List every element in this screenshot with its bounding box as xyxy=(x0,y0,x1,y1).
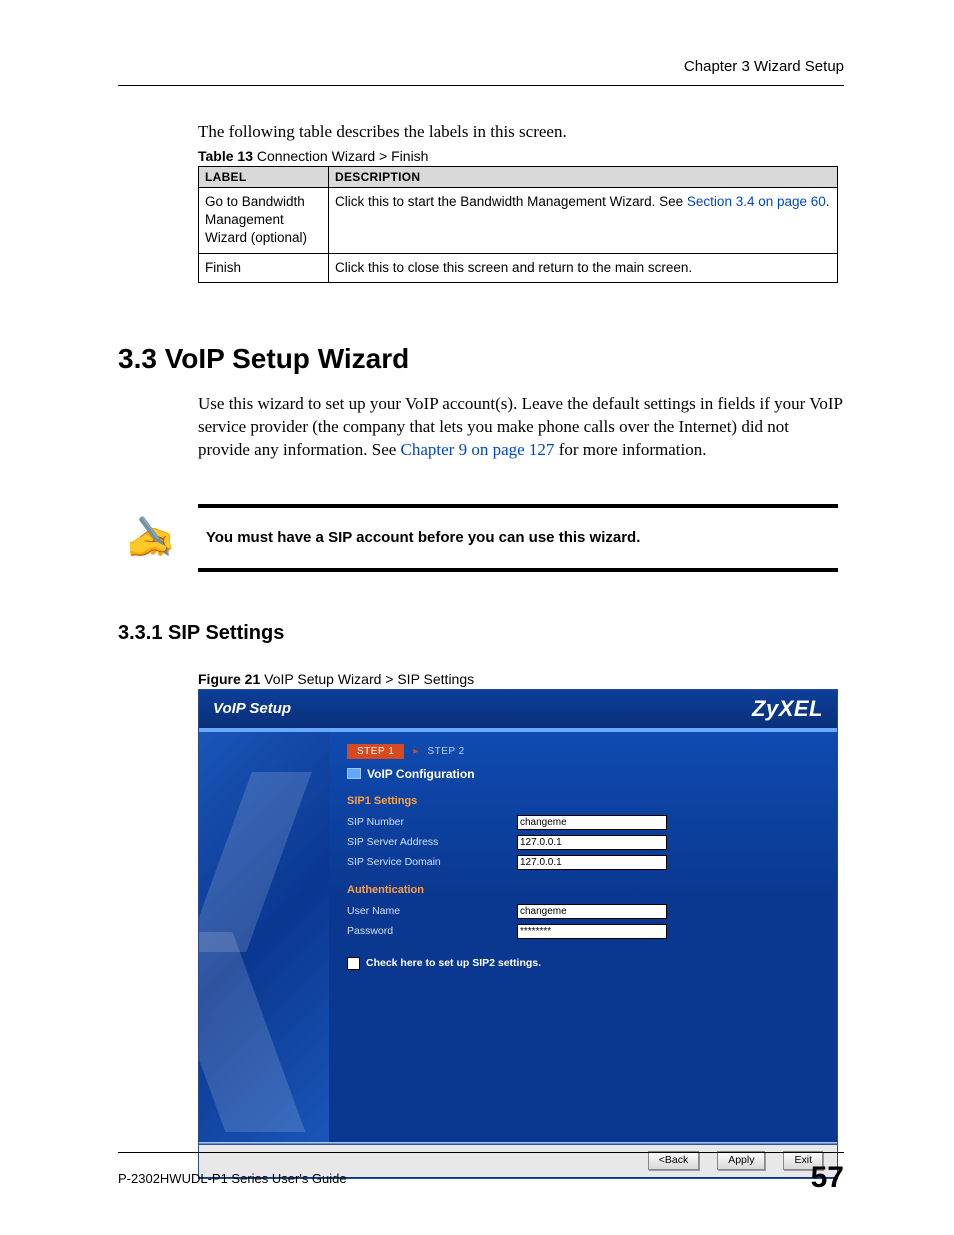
table-caption-rest: Connection Wizard > Finish xyxy=(253,148,428,164)
step-2-inactive: STEP 2 xyxy=(427,746,464,757)
sip-server-label: SIP Server Address xyxy=(347,836,517,848)
intro-text: The following table describes the labels… xyxy=(198,122,844,142)
th-description: DESCRIPTION xyxy=(329,167,838,188)
table-row: Finish Click this to close this screen a… xyxy=(199,253,838,282)
cell-label: Finish xyxy=(199,253,329,282)
brand-logo: ZyXEL xyxy=(752,696,823,722)
field-row: SIP Server Address xyxy=(347,835,819,850)
sip2-checkbox-row: Check here to set up SIP2 settings. xyxy=(347,957,819,970)
sip-domain-input[interactable] xyxy=(517,855,667,870)
field-row: Password xyxy=(347,924,819,939)
step-1-active: STEP 1 xyxy=(347,744,404,759)
figure-caption-bold: Figure 21 xyxy=(198,671,260,687)
cross-ref-link[interactable]: Section 3.4 on page 60 xyxy=(687,194,826,209)
table-header-row: LABEL DESCRIPTION xyxy=(199,167,838,188)
cell-desc: Click this to close this screen and retu… xyxy=(329,253,838,282)
note-block: ✍ You must have a SIP account before you… xyxy=(118,504,844,572)
figure-caption: Figure 21 VoIP Setup Wizard > SIP Settin… xyxy=(198,671,844,687)
chevron-right-icon: ▸ xyxy=(413,746,418,757)
username-label: User Name xyxy=(347,905,517,917)
wizard-title: VoIP Setup xyxy=(213,700,291,717)
username-input[interactable] xyxy=(517,904,667,919)
sip2-checkbox-label: Check here to set up SIP2 settings. xyxy=(366,957,541,969)
field-row: SIP Service Domain xyxy=(347,855,819,870)
config-title: VoIP Configuration xyxy=(347,767,819,781)
table-caption: Table 13 Connection Wizard > Finish xyxy=(198,148,844,164)
section-authentication: Authentication xyxy=(347,884,819,896)
footer-guide-title: P-2302HWUDL-P1 Series User's Guide xyxy=(118,1171,347,1186)
cell-desc: Click this to start the Bandwidth Manage… xyxy=(329,188,838,254)
table-caption-bold: Table 13 xyxy=(198,148,253,164)
sip-number-label: SIP Number xyxy=(347,816,517,828)
th-label: LABEL xyxy=(199,167,329,188)
wizard-main-panel: STEP 1 ▸ STEP 2 VoIP Configuration SIP1 … xyxy=(329,732,837,1142)
note-hand-icon: ✍ xyxy=(126,518,176,558)
screenshot-voip-wizard: VoIP Setup ZyXEL STEP 1 ▸ STEP 2 VoIP Co… xyxy=(198,689,838,1179)
field-row: User Name xyxy=(347,904,819,919)
section-heading-3-3-1: 3.3.1 SIP Settings xyxy=(118,622,844,645)
section-heading-3-3: 3.3 VoIP Setup Wizard xyxy=(118,343,844,375)
cross-ref-link[interactable]: Chapter 9 on page 127 xyxy=(401,440,555,459)
note-text: You must have a SIP account before you c… xyxy=(192,529,641,546)
page-footer: P-2302HWUDL-P1 Series User's Guide 57 xyxy=(118,1152,844,1195)
folder-icon xyxy=(347,768,361,779)
sip-server-input[interactable] xyxy=(517,835,667,850)
password-input[interactable] xyxy=(517,924,667,939)
chapter-header: Chapter 3 Wizard Setup xyxy=(118,58,844,86)
body-paragraph: Use this wizard to set up your VoIP acco… xyxy=(198,393,844,462)
figure-caption-rest: VoIP Setup Wizard > SIP Settings xyxy=(260,671,474,687)
password-label: Password xyxy=(347,925,517,937)
section-sip1-settings: SIP1 Settings xyxy=(347,795,819,807)
page-number: 57 xyxy=(811,1161,844,1195)
cell-label: Go to Bandwidth Management Wizard (optio… xyxy=(199,188,329,254)
wizard-header: VoIP Setup ZyXEL xyxy=(199,690,837,728)
sip-number-input[interactable] xyxy=(517,815,667,830)
sip2-checkbox[interactable] xyxy=(347,957,360,970)
table-row: Go to Bandwidth Management Wizard (optio… xyxy=(199,188,838,254)
wizard-sidebar-graphic xyxy=(199,732,329,1142)
field-row: SIP Number xyxy=(347,815,819,830)
sip-domain-label: SIP Service Domain xyxy=(347,856,517,868)
labels-table: LABEL DESCRIPTION Go to Bandwidth Manage… xyxy=(198,166,838,283)
step-indicator: STEP 1 ▸ STEP 2 xyxy=(347,744,819,759)
